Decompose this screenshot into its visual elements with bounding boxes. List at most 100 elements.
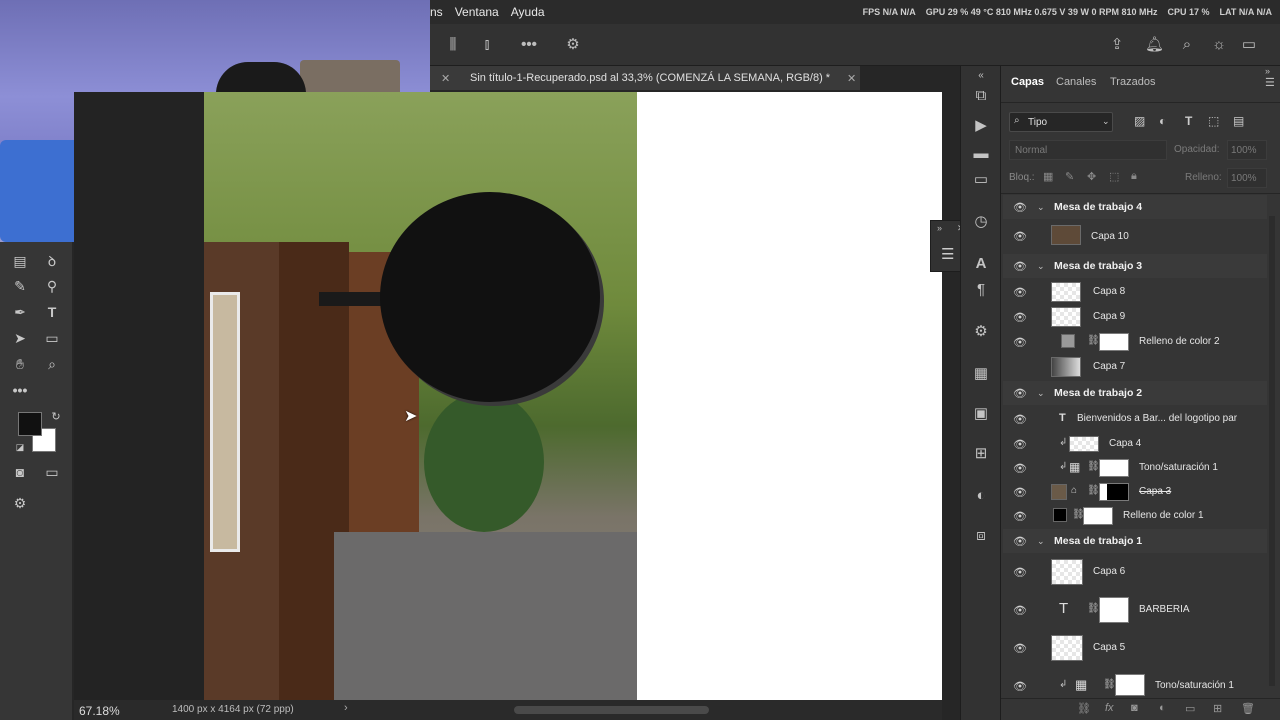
layer-group-artboard-1[interactable]: 👁︎ ⌄ Mesa de trabajo 1 xyxy=(1003,529,1267,553)
layer-group-artboard-2[interactable]: 👁︎ ⌄ Mesa de trabajo 2 xyxy=(1003,381,1267,405)
lock-pixels-icon[interactable]: ✎ xyxy=(1065,170,1074,183)
comments-icon[interactable]: ▭ xyxy=(971,170,991,190)
chevron-down-icon[interactable]: ⌄ xyxy=(1037,388,1045,399)
adjustment-layer-icon[interactable]: ◐ xyxy=(1159,702,1166,714)
lock-position-icon[interactable]: ✥ xyxy=(1087,170,1096,183)
layer-row[interactable]: 👁︎ ↲ Capa 4 xyxy=(1003,432,1267,456)
visibility-eye-icon[interactable]: 👁︎ xyxy=(1013,604,1027,617)
lightbulb-icon[interactable]: ☼ xyxy=(1210,36,1228,54)
horizontal-scrollbar[interactable] xyxy=(514,706,709,714)
layer-row[interactable]: 👁︎ ↲ ▦ ⛓ Tono/saturación 1 xyxy=(1003,671,1267,699)
chevron-down-icon[interactable]: ⌄ xyxy=(1037,536,1045,547)
table-icon[interactable]: ▦ xyxy=(971,364,991,384)
visibility-eye-icon[interactable]: 👁︎ xyxy=(1013,510,1027,523)
visibility-eye-icon[interactable]: 👁︎ xyxy=(1013,413,1027,426)
layer-row[interactable]: 👁︎ Capa 8 xyxy=(1003,280,1267,304)
visibility-eye-icon[interactable]: 👁︎ xyxy=(1013,230,1027,243)
visibility-eye-icon[interactable]: 👁︎ xyxy=(1013,438,1027,451)
panel-menu-icon[interactable]: ☰ xyxy=(1265,76,1275,89)
pen-tool-icon[interactable]: ✒ xyxy=(8,301,32,323)
new-group-icon[interactable]: ▭ xyxy=(1185,702,1195,715)
gradients-icon[interactable]: ▣ xyxy=(971,404,991,424)
type-tool-icon[interactable]: T xyxy=(40,301,64,323)
layer-row[interactable]: 👁︎ ⛓ Relleno de color 2 xyxy=(1003,330,1267,354)
visibility-eye-icon[interactable]: 👁︎ xyxy=(1013,311,1027,324)
document-tab[interactable]: ✕ Sin título-1-Recuperado.psd al 33,3% (… xyxy=(430,66,860,90)
filter-shape-icon[interactable]: ⬚ xyxy=(1208,114,1219,128)
status-arrow-icon[interactable]: › xyxy=(344,702,348,714)
menu-item-plugins[interactable]: ns xyxy=(430,5,443,19)
add-mask-icon[interactable]: ◙ xyxy=(1131,702,1138,714)
bell-icon[interactable]: 🔔︎ xyxy=(1145,36,1164,54)
link-layers-icon[interactable]: ⛓ xyxy=(1077,702,1091,715)
link-icon[interactable]: ⛓ xyxy=(1087,485,1100,496)
tab-channels[interactable]: Canales xyxy=(1056,76,1096,88)
menu-item-help[interactable]: Ayuda xyxy=(511,5,545,19)
collapse-dock-icon[interactable]: « xyxy=(971,66,991,86)
rectangle-tool-icon[interactable]: ▭ xyxy=(40,327,64,349)
panel-collapse-icon[interactable]: » xyxy=(1265,66,1270,76)
paragraph-panel-icon[interactable]: ¶ xyxy=(971,280,991,300)
opacity-input[interactable]: 100% xyxy=(1227,140,1267,160)
layer-row[interactable]: 👁︎ Capa 9 xyxy=(1003,305,1267,329)
filter-adjust-icon[interactable]: ◐ xyxy=(1159,114,1166,128)
layer-group-artboard-4[interactable]: 👁︎ ⌄ Mesa de trabajo 4 xyxy=(1003,195,1267,219)
layer-group-artboard-3[interactable]: 👁︎ ⌄ Mesa de trabajo 3 xyxy=(1003,254,1267,278)
layer-row[interactable]: 👁︎ Capa 10 xyxy=(1003,221,1267,251)
link-icon[interactable]: ⛓ xyxy=(1087,461,1100,472)
clock-icon[interactable]: ◷ xyxy=(971,212,991,232)
hand-tool-icon[interactable]: ✋︎ xyxy=(8,353,32,375)
burn-tool-icon[interactable]: ⚲ xyxy=(40,275,64,297)
layer-row[interactable]: 👁︎ ⛓ Relleno de color 1 xyxy=(1003,504,1267,528)
zoom-level[interactable]: 67.18% xyxy=(79,704,120,718)
filter-text-icon[interactable]: T xyxy=(1185,114,1192,128)
patterns-icon[interactable]: ⊞ xyxy=(971,444,991,464)
layer-row[interactable]: Capa 7 xyxy=(1003,355,1267,379)
tab-layers[interactable]: Capas xyxy=(1011,76,1044,88)
lock-artboard-icon[interactable]: ⬚ xyxy=(1109,170,1119,183)
layer-filter-select[interactable]: ⌕ Tipo ⌄ xyxy=(1009,112,1113,132)
close-tab-icon[interactable]: ✕ xyxy=(441,72,450,85)
layer-row[interactable]: 👁︎ ⌂ ⛓ Capa 3 xyxy=(1003,480,1267,504)
canvas-area[interactable]: ➤ xyxy=(74,92,942,700)
visibility-eye-icon[interactable]: 👁︎ xyxy=(1013,535,1027,548)
visibility-eye-icon[interactable]: 👁︎ xyxy=(1013,387,1027,400)
more-options-icon[interactable]: ••• xyxy=(520,36,538,54)
filter-smart-icon[interactable]: ▤ xyxy=(1233,114,1244,128)
layer-row[interactable]: 👁︎ Capa 5 xyxy=(1003,632,1267,664)
gradient-tool-icon[interactable]: ▤ xyxy=(8,250,32,272)
visibility-eye-icon[interactable]: 👁︎ xyxy=(1013,336,1027,349)
layer-row[interactable]: 👁︎ T Bienvenidos a Bar... del logotipo p… xyxy=(1003,407,1267,431)
screen-mode-icon[interactable]: ▭ xyxy=(40,461,64,483)
history-panel-icon[interactable]: ⧉ xyxy=(971,86,991,106)
brush-panel-icon[interactable]: ▬ xyxy=(971,144,991,164)
layers-scrollbar[interactable] xyxy=(1269,216,1275,686)
link-icon[interactable]: ⛓ xyxy=(1087,335,1100,346)
visibility-eye-icon[interactable]: 👁︎ xyxy=(1013,486,1027,499)
chevron-down-icon[interactable]: ⌄ xyxy=(1037,202,1045,213)
layer-row[interactable]: 👁︎ Capa 6 xyxy=(1003,556,1267,588)
lock-transparent-icon[interactable]: ▦ xyxy=(1043,170,1053,183)
visibility-eye-icon[interactable]: 👁︎ xyxy=(1013,260,1027,273)
blend-mode-select[interactable]: Normal xyxy=(1009,140,1167,160)
3d-panel-icon[interactable]: ⚙ xyxy=(971,322,991,342)
search-icon[interactable]: ⌕ xyxy=(1178,36,1196,54)
default-colors-icon[interactable]: ◪ xyxy=(8,436,32,458)
visibility-eye-icon[interactable]: 👁︎ xyxy=(1013,462,1027,475)
foreground-color-swatch[interactable] xyxy=(18,412,42,436)
link-icon[interactable]: ⛓ xyxy=(1103,679,1116,690)
path-select-tool-icon[interactable]: ➤ xyxy=(8,327,32,349)
swap-colors-icon[interactable]: ↻ xyxy=(44,406,68,428)
character-panel-icon[interactable]: A xyxy=(971,254,991,274)
fx-icon[interactable]: fx xyxy=(1105,702,1114,714)
libraries-icon[interactable]: ⧈ xyxy=(971,526,991,546)
gear-icon[interactable]: ⚙ xyxy=(564,36,582,54)
adjustments-icon[interactable]: ☰ xyxy=(941,245,954,263)
menu-item-window[interactable]: Ventana xyxy=(455,5,499,19)
more-tools-icon[interactable]: ••• xyxy=(8,379,32,401)
edit-toolbar-icon[interactable]: ⚙ xyxy=(8,492,32,514)
tab-paths[interactable]: Trazados xyxy=(1110,76,1155,88)
distribute-icon[interactable]: ⫼ xyxy=(444,36,462,54)
share-icon[interactable]: ⇪ xyxy=(1108,36,1126,54)
close-doc-icon[interactable]: ✕ xyxy=(847,72,856,85)
